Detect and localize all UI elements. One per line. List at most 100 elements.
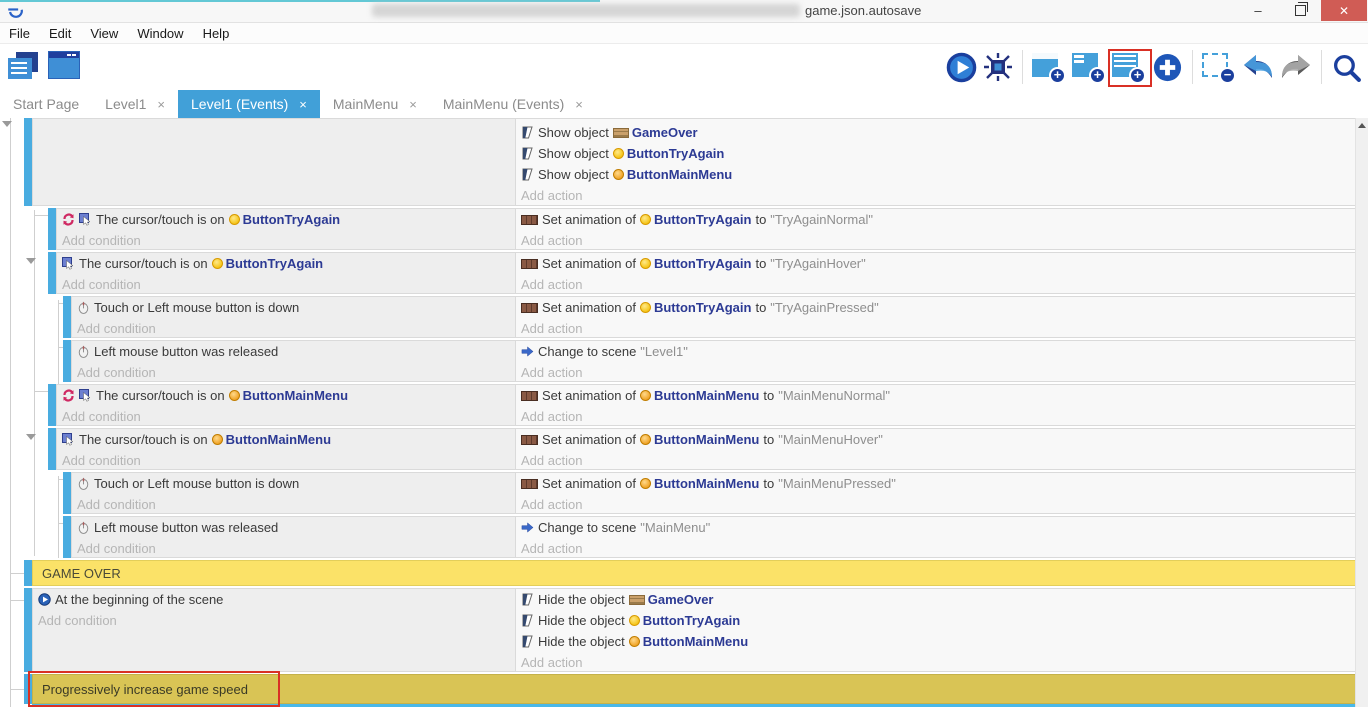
event-block[interactable]: Touch or Left mouse button is down Add c… bbox=[63, 296, 1356, 338]
close-button[interactable]: ✕ bbox=[1321, 0, 1367, 21]
add-condition-button[interactable]: Add condition bbox=[57, 230, 515, 250]
comment-game-over[interactable]: GAME OVER bbox=[24, 560, 1356, 586]
actions-cell[interactable]: Hide the object GameOver Hide the object… bbox=[515, 588, 1356, 672]
tab-mainmenu[interactable]: MainMenu × bbox=[320, 90, 430, 118]
action[interactable]: Show object ButtonTryAgain bbox=[516, 143, 1355, 164]
add-action-button[interactable]: Add action bbox=[516, 406, 1355, 426]
add-condition-button[interactable]: Add condition bbox=[72, 538, 515, 558]
add-action-button[interactable]: Add action bbox=[516, 318, 1355, 338]
event-block[interactable]: The cursor/touch is on ButtonTryAgain Ad… bbox=[48, 208, 1356, 250]
menu-item-file[interactable]: File bbox=[9, 26, 30, 41]
tab-mainmenu-events[interactable]: MainMenu (Events) × bbox=[430, 90, 596, 118]
actions-cell[interactable]: Set animation of ButtonMainMenu to "Main… bbox=[515, 384, 1356, 426]
add-new-icon[interactable] bbox=[1152, 52, 1183, 83]
action[interactable]: Set animation of ButtonTryAgain to "TryA… bbox=[516, 253, 1355, 274]
comment-game-speed[interactable]: Progressively increase game speed bbox=[24, 674, 1356, 704]
restore-button[interactable] bbox=[1279, 0, 1321, 21]
tab-start-page[interactable]: Start Page bbox=[0, 90, 92, 118]
action[interactable]: Change to scene "MainMenu" bbox=[516, 517, 1355, 538]
add-condition-button[interactable]: Add condition bbox=[72, 494, 515, 514]
actions-cell[interactable]: Set animation of ButtonTryAgain to "TryA… bbox=[515, 208, 1356, 250]
event-block[interactable]: Show object GameOver Show object ButtonT… bbox=[24, 118, 1356, 206]
menu-item-view[interactable]: View bbox=[90, 26, 118, 41]
add-event-icon[interactable] bbox=[1032, 51, 1066, 84]
condition[interactable]: The cursor/touch is on ButtonMainMenu bbox=[57, 385, 515, 406]
conditions-cell[interactable] bbox=[32, 118, 515, 206]
action[interactable]: Hide the object GameOver bbox=[516, 589, 1355, 610]
action[interactable]: Show object ButtonMainMenu bbox=[516, 164, 1355, 185]
condition[interactable]: The cursor/touch is on ButtonMainMenu bbox=[57, 429, 515, 450]
add-action-button[interactable]: Add action bbox=[516, 652, 1355, 672]
event-block[interactable]: The cursor/touch is on ButtonMainMenu Ad… bbox=[48, 428, 1356, 470]
menu-item-window[interactable]: Window bbox=[137, 26, 183, 41]
add-condition-button[interactable]: Add condition bbox=[57, 406, 515, 426]
tab-close-icon[interactable]: × bbox=[575, 97, 583, 112]
tab-close-icon[interactable]: × bbox=[157, 97, 165, 112]
conditions-cell[interactable]: The cursor/touch is on ButtonTryAgain Ad… bbox=[56, 208, 515, 250]
conditions-cell[interactable]: The cursor/touch is on ButtonTryAgain Ad… bbox=[56, 252, 515, 294]
conditions-cell[interactable]: The cursor/touch is on ButtonMainMenu Ad… bbox=[56, 384, 515, 426]
condition[interactable]: The cursor/touch is on ButtonTryAgain bbox=[57, 209, 515, 230]
conditions-cell[interactable]: At the beginning of the scene Add condit… bbox=[32, 588, 515, 672]
add-condition-button[interactable]: Add condition bbox=[57, 274, 515, 294]
action[interactable]: Set animation of ButtonTryAgain to "TryA… bbox=[516, 297, 1355, 318]
add-action-button[interactable]: Add action bbox=[516, 450, 1355, 470]
action[interactable]: Hide the object ButtonMainMenu bbox=[516, 631, 1355, 652]
actions-cell[interactable]: Change to scene "MainMenu" Add action bbox=[515, 516, 1356, 558]
tab-close-icon[interactable]: × bbox=[409, 97, 417, 112]
condition[interactable]: Left mouse button was released bbox=[72, 341, 515, 362]
vertical-scrollbar[interactable] bbox=[1355, 118, 1368, 707]
tab-level1-events[interactable]: Level1 (Events) × bbox=[178, 90, 320, 118]
condition[interactable]: Left mouse button was released bbox=[72, 517, 515, 538]
preview-play-icon[interactable] bbox=[946, 52, 977, 83]
condition[interactable]: Touch or Left mouse button is down bbox=[72, 473, 515, 494]
add-condition-button[interactable]: Add condition bbox=[33, 610, 515, 631]
event-block[interactable]: At the beginning of the scene Add condit… bbox=[24, 588, 1356, 672]
add-action-button[interactable]: Add action bbox=[516, 494, 1355, 514]
action[interactable]: Set animation of ButtonMainMenu to "Main… bbox=[516, 385, 1355, 406]
project-manager-icon[interactable] bbox=[8, 52, 38, 79]
event-block[interactable]: Touch or Left mouse button is down Add c… bbox=[63, 472, 1356, 514]
action[interactable]: Show object GameOver bbox=[516, 122, 1355, 143]
event-block[interactable]: Left mouse button was released Add condi… bbox=[63, 340, 1356, 382]
actions-cell[interactable]: Set animation of ButtonMainMenu to "Main… bbox=[515, 472, 1356, 514]
conditions-cell[interactable]: Left mouse button was released Add condi… bbox=[71, 516, 515, 558]
event-block[interactable]: The cursor/touch is on ButtonTryAgain Ad… bbox=[48, 252, 1356, 294]
redo-icon[interactable] bbox=[1280, 54, 1312, 81]
minimize-button[interactable]: – bbox=[1237, 0, 1279, 21]
actions-cell[interactable]: Set animation of ButtonMainMenu to "Main… bbox=[515, 428, 1356, 470]
actions-cell[interactable]: Set animation of ButtonTryAgain to "TryA… bbox=[515, 296, 1356, 338]
menu-item-help[interactable]: Help bbox=[203, 26, 230, 41]
action[interactable]: Hide the object ButtonTryAgain bbox=[516, 610, 1355, 631]
conditions-cell[interactable]: The cursor/touch is on ButtonMainMenu Ad… bbox=[56, 428, 515, 470]
menu-item-edit[interactable]: Edit bbox=[49, 26, 71, 41]
action[interactable]: Set animation of ButtonTryAgain to "TryA… bbox=[516, 209, 1355, 230]
actions-cell[interactable]: Show object GameOver Show object ButtonT… bbox=[515, 118, 1356, 206]
add-condition-button[interactable]: Add condition bbox=[72, 318, 515, 338]
add-action-button[interactable]: Add action bbox=[516, 230, 1355, 250]
event-block[interactable]: Left mouse button was released Add condi… bbox=[63, 516, 1356, 558]
remove-event-icon[interactable] bbox=[1202, 51, 1236, 84]
add-condition-button[interactable]: Add condition bbox=[57, 450, 515, 470]
action[interactable]: Change to scene "Level1" bbox=[516, 341, 1355, 362]
conditions-cell[interactable]: Touch or Left mouse button is down Add c… bbox=[71, 472, 515, 514]
add-action-button[interactable]: Add action bbox=[516, 362, 1355, 382]
condition[interactable]: At the beginning of the scene bbox=[33, 589, 515, 610]
action[interactable]: Set animation of ButtonMainMenu to "Main… bbox=[516, 473, 1355, 494]
add-action-button[interactable]: Add action bbox=[516, 274, 1355, 294]
add-action-button[interactable]: Add action bbox=[516, 185, 1355, 206]
condition[interactable]: Touch or Left mouse button is down bbox=[72, 297, 515, 318]
add-subevent-icon[interactable] bbox=[1072, 51, 1106, 84]
scene-editor-window-icon[interactable] bbox=[48, 51, 80, 79]
conditions-cell[interactable]: Left mouse button was released Add condi… bbox=[71, 340, 515, 382]
search-icon[interactable] bbox=[1331, 52, 1362, 83]
add-condition-button[interactable]: Add condition bbox=[72, 362, 515, 382]
add-comment-icon[interactable] bbox=[1112, 51, 1146, 84]
undo-icon[interactable] bbox=[1242, 54, 1274, 81]
scroll-up-icon[interactable] bbox=[1358, 123, 1366, 128]
actions-cell[interactable]: Change to scene "Level1" Add action bbox=[515, 340, 1356, 382]
tab-level1[interactable]: Level1 × bbox=[92, 90, 178, 118]
condition[interactable]: The cursor/touch is on ButtonTryAgain bbox=[57, 253, 515, 274]
tab-close-icon[interactable]: × bbox=[299, 97, 307, 112]
actions-cell[interactable]: Set animation of ButtonTryAgain to "TryA… bbox=[515, 252, 1356, 294]
